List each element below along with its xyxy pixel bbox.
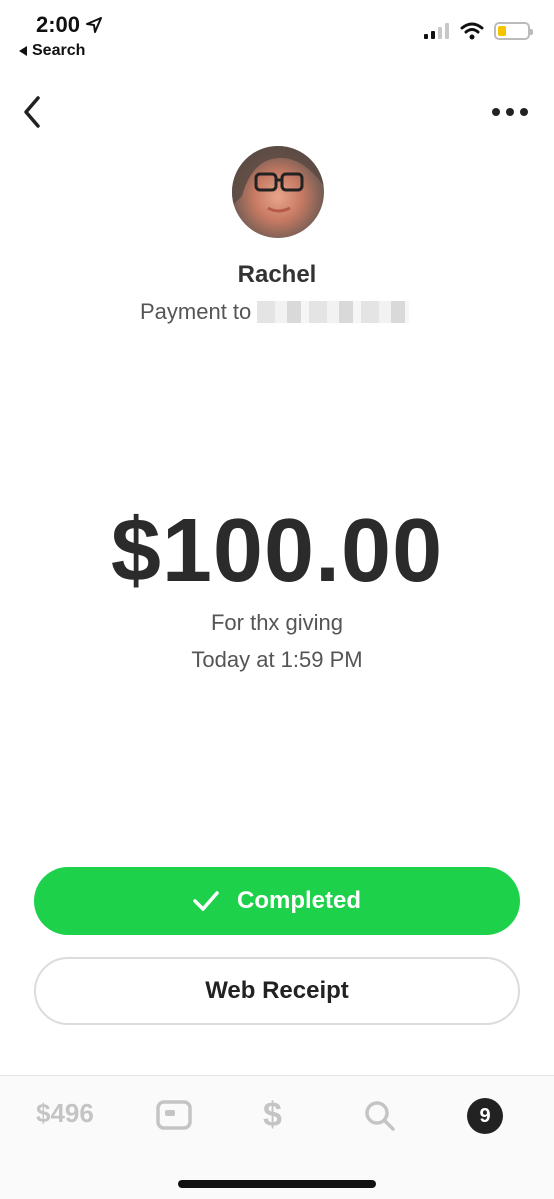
- more-options-button[interactable]: [492, 100, 528, 124]
- recipient-name: Rachel: [237, 261, 317, 288]
- activity-badge: 9: [479, 1104, 491, 1127]
- tab-card[interactable]: [156, 1100, 192, 1130]
- web-receipt-button[interactable]: Web Receipt: [34, 957, 520, 1025]
- checkmark-icon: [193, 891, 219, 911]
- payment-to-row: Payment to: [140, 299, 410, 325]
- back-triangle-icon: [19, 46, 27, 56]
- web-receipt-label: Web Receipt: [205, 977, 349, 1004]
- more-dots-icon: [492, 108, 500, 116]
- back-app-label: Search: [32, 42, 86, 59]
- location-arrow-icon: [86, 17, 103, 33]
- payment-note: For thx giving: [210, 610, 344, 635]
- payment-time: Today at 1:59 PM: [191, 647, 363, 672]
- redacted-cashtag: [257, 301, 410, 323]
- tab-balance[interactable]: $496: [36, 1098, 94, 1129]
- battery-icon: [494, 22, 533, 40]
- completed-label: Completed: [236, 887, 361, 914]
- wifi-icon: [460, 22, 484, 40]
- status-indicators: [424, 22, 533, 40]
- search-icon: [365, 1101, 395, 1131]
- dollar-icon: $: [263, 1096, 282, 1134]
- tab-activity[interactable]: 9: [467, 1098, 503, 1134]
- completed-status-button[interactable]: Completed: [34, 867, 520, 935]
- payment-to-label: Payment to: [140, 299, 252, 324]
- clock-text: 2:00: [36, 12, 81, 37]
- back-button[interactable]: [18, 94, 48, 130]
- more-dot: [520, 108, 528, 116]
- tab-payments[interactable]: $: [263, 1096, 282, 1135]
- avatar[interactable]: [232, 146, 324, 238]
- cellular-signal-icon: [424, 23, 449, 39]
- balance-amount: $496: [36, 1098, 94, 1128]
- home-indicator: [178, 1180, 376, 1188]
- status-time: 2:00: [36, 12, 103, 38]
- battery-level: [498, 26, 507, 36]
- back-to-app-link[interactable]: Search: [18, 42, 85, 60]
- more-dot: [506, 108, 514, 116]
- avatar-photo: [232, 146, 324, 213]
- card-icon: [156, 1100, 192, 1130]
- chevron-left-icon: [24, 96, 40, 128]
- tab-search[interactable]: [364, 1100, 396, 1132]
- payment-amount: $100.00: [110, 501, 444, 601]
